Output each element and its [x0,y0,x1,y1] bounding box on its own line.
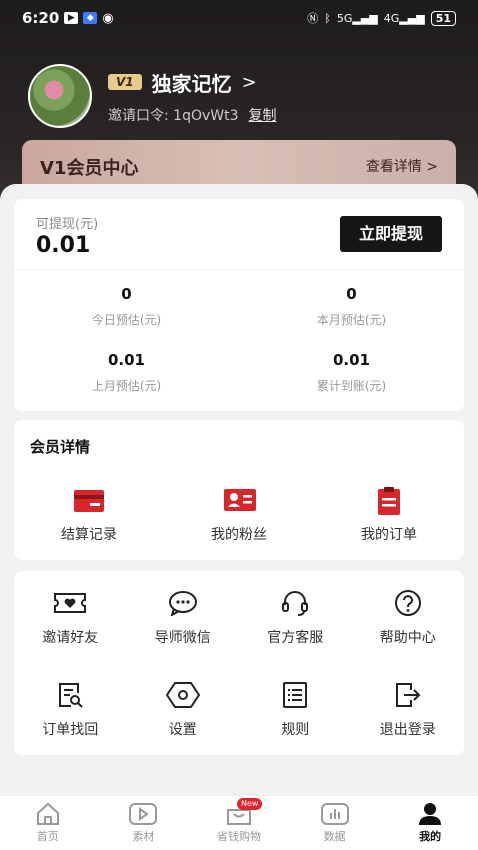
play-icon [128,802,158,826]
copy-invite-button[interactable]: 复制 [249,105,277,125]
settlement-icon [73,486,105,514]
status-time: 6:20 [22,9,60,27]
tab-data[interactable]: 数据 [287,796,383,850]
earnings-card: 可提现(元) 0.01 立即提现 0 今日预估(元) 0 本月预估(元) 0.0… [14,199,464,411]
chat-icon [166,589,200,617]
bluetooth-icon: ᛒ [324,11,331,25]
stat-last-month: 0.01 上月预估(元) [14,351,239,394]
settlement-records-button[interactable]: 结算记录 [14,486,164,544]
mentor-wechat-button[interactable]: 导师微信 [127,589,240,647]
data-icon [320,802,350,826]
stat-label: 本月预估(元) [316,313,387,327]
customer-service-button[interactable]: 官方客服 [239,589,352,647]
fans-icon [223,486,256,514]
bottom-tab-bar: 首页 素材 New 省钱购物 数据 我的 [0,795,478,850]
stat-month: 0 本月预估(元) [239,285,464,328]
signal-4g-icon: 4G▂▄▆ [383,11,425,25]
tools-card: 邀请好友 导师微信 官方客服 帮助中心 订单找回 设置 规则 退出登录 [14,571,464,755]
stat-label: 今日预估(元) [91,313,162,327]
cell-label: 我的订单 [361,527,417,543]
stat-label: 累计到账(元) [316,379,387,393]
withdrawable-amount: 0.01 [36,233,91,258]
vip-title: V1会员中心 [40,158,139,179]
tab-label: 素材 [132,830,155,843]
withdrawable-label: 可提现(元) [36,217,99,232]
cell-label: 我的粉丝 [211,527,267,543]
section-title: 会员详情 [30,438,91,456]
help-center-button[interactable]: 帮助中心 [352,589,465,647]
stat-value: 0 [346,285,357,303]
profile-icon [415,802,445,826]
app-notification-icon: ◆ [83,12,98,24]
settings-button[interactable]: 设置 [127,681,240,739]
withdraw-button[interactable]: 立即提现 [340,216,442,252]
video-notification-icon: ▶ [64,12,79,24]
stat-label: 上月预估(元) [91,379,162,393]
settings-icon [165,681,200,709]
vip-detail-link[interactable]: 查看详情 > [366,156,438,176]
stat-value: 0 [121,285,132,303]
cell-label: 规则 [281,722,310,738]
rules-button[interactable]: 规则 [239,681,352,739]
nfc-icon: Ⓝ [307,12,319,25]
invite-friends-button[interactable]: 邀请好友 [14,589,127,647]
orders-icon [373,486,405,515]
stat-value: 0.01 [107,351,145,369]
ticket-heart-icon [53,589,87,617]
stat-total: 0.01 累计到账(元) [239,351,464,394]
cell-label: 退出登录 [379,722,436,738]
cell-label: 导师微信 [154,630,211,646]
level-badge: V1 [108,74,142,90]
cell-label: 官方客服 [267,630,324,646]
order-recovery-button[interactable]: 订单找回 [14,681,127,739]
invite-code: 邀请口令: 1qOvWt3 [108,107,239,124]
tab-materials[interactable]: 素材 [96,796,192,850]
tab-shopping[interactable]: New 省钱购物 [191,796,287,850]
my-orders-button[interactable]: 我的订单 [314,486,464,544]
nickname[interactable]: 独家记忆 [152,68,232,97]
cell-label: 订单找回 [42,722,99,738]
divider [14,269,464,270]
tab-label: 首页 [36,830,59,843]
tab-home[interactable]: 首页 [0,796,96,850]
cell-label: 结算记录 [61,527,117,543]
signal-5g-icon: 5G▂▄▆ [336,11,378,25]
tab-label: 我的 [419,830,442,843]
logout-button[interactable]: 退出登录 [352,681,465,739]
status-bar: 6:20 ▶ ◆ ◉ Ⓝ ᛒ 5G▂▄▆ 4G▂▄▆ 51 [0,0,478,36]
tab-mine[interactable]: 我的 [382,796,478,850]
new-badge: New [236,798,263,810]
my-fans-button[interactable]: 我的粉丝 [164,486,314,544]
avatar[interactable] [28,64,92,128]
stat-value: 0.01 [332,351,370,369]
cell-label: 邀请好友 [42,630,99,646]
member-details-card: 会员详情 结算记录 我的粉丝 我的订单 [14,420,464,560]
home-icon [33,802,63,826]
order-search-icon [53,681,87,709]
battery-icon: 51 [430,10,456,26]
chevron-right-icon[interactable]: > [242,72,257,93]
cell-label: 设置 [168,722,197,738]
tab-label: 省钱购物 [216,830,261,843]
headset-icon [278,589,312,617]
cell-label: 帮助中心 [379,630,436,646]
profile-header[interactable]: V1 独家记忆 > 邀请口令: 1qOvWt3 复制 [28,64,277,128]
rules-icon [278,681,312,709]
tab-label: 数据 [323,830,346,843]
logout-icon [391,681,425,709]
help-icon [391,589,425,617]
eye-icon: ◉ [102,10,114,26]
stat-today: 0 今日预估(元) [14,285,239,328]
